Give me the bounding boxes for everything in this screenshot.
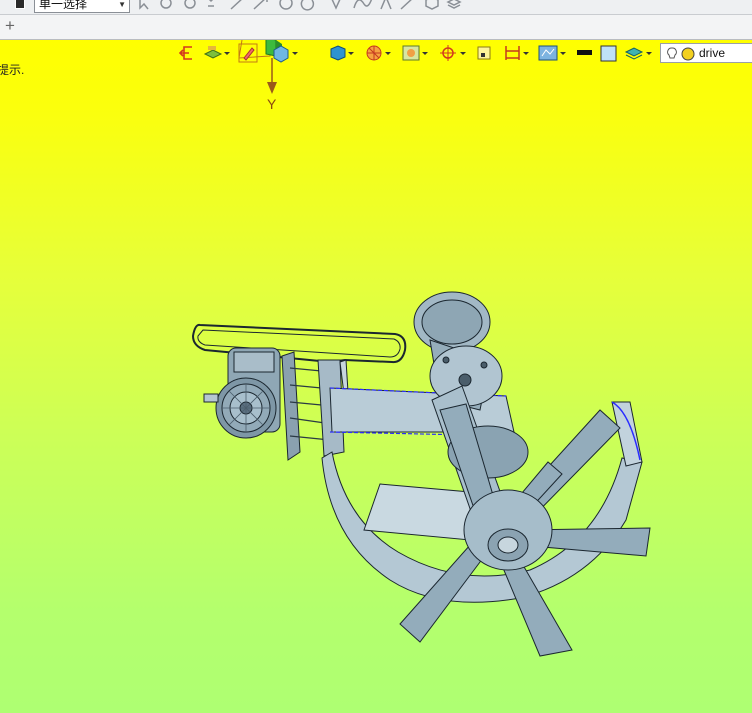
play-icon[interactable] bbox=[184, 0, 196, 9]
black-bar-icon bbox=[577, 50, 592, 55]
chevron-down-icon: ▼ bbox=[118, 0, 126, 9]
lightbulb-icon bbox=[667, 47, 677, 59]
view-toolbar: drive bbox=[178, 42, 752, 64]
arrow-icon[interactable] bbox=[253, 0, 268, 10]
tool-strip bbox=[136, 0, 476, 12]
circle-target-icon[interactable] bbox=[279, 0, 293, 10]
vertex-icon[interactable] bbox=[331, 0, 341, 10]
network-button[interactable] bbox=[538, 42, 568, 64]
shaded-box-icon bbox=[273, 45, 289, 63]
dimension-button[interactable] bbox=[503, 42, 533, 64]
layer-icon bbox=[203, 49, 223, 59]
dimension-icon bbox=[505, 46, 520, 60]
search-box[interactable]: drive bbox=[660, 43, 752, 63]
exit-icon bbox=[178, 46, 192, 60]
cad-model[interactable] bbox=[180, 286, 660, 706]
network-icon bbox=[538, 45, 558, 61]
search-lamp-icon bbox=[681, 47, 695, 61]
cube-icon[interactable] bbox=[425, 0, 439, 10]
search-input[interactable]: drive bbox=[699, 46, 725, 60]
electric-motor[interactable] bbox=[203, 347, 281, 439]
appearance-button[interactable] bbox=[401, 42, 431, 64]
layers-icon[interactable] bbox=[446, 0, 462, 9]
black-bar-button[interactable] bbox=[576, 42, 594, 64]
render-style-button[interactable] bbox=[364, 42, 394, 64]
selection-filter-value: 单一选择 bbox=[39, 0, 88, 11]
teal-layers-icon bbox=[624, 47, 644, 57]
y-axis-label: Y bbox=[267, 96, 277, 112]
blue-cube-icon bbox=[330, 45, 346, 61]
shaded-box-button[interactable] bbox=[270, 42, 300, 64]
layer-button[interactable] bbox=[202, 42, 232, 64]
selection-filter-select[interactable]: 单一选择 ▼ bbox=[34, 0, 130, 13]
rotate-icon[interactable] bbox=[300, 0, 315, 11]
pencil-icon bbox=[243, 47, 255, 61]
top-toolbar: 单一选择 ▼ bbox=[0, 0, 752, 15]
line-icon[interactable] bbox=[230, 0, 244, 10]
teal-layers-button[interactable] bbox=[624, 42, 656, 64]
exit-button[interactable] bbox=[178, 42, 196, 64]
branch-icon[interactable] bbox=[380, 0, 392, 10]
curve-icon[interactable] bbox=[353, 0, 373, 9]
drive-belt[interactable] bbox=[191, 323, 407, 364]
small-box-button[interactable] bbox=[476, 42, 494, 64]
blue-square-icon bbox=[600, 45, 617, 62]
sketch-button[interactable] bbox=[238, 42, 272, 64]
pointer-icon[interactable] bbox=[139, 0, 149, 10]
graphics-viewport[interactable]: 提示. Y drive bbox=[0, 40, 752, 713]
slash-icon[interactable] bbox=[400, 0, 414, 10]
selection-mode-icon[interactable] bbox=[15, 0, 25, 9]
gear-icon[interactable] bbox=[160, 0, 172, 9]
orientation-button[interactable] bbox=[439, 42, 469, 64]
blue-cube-button[interactable] bbox=[328, 42, 358, 64]
blue-square-button[interactable] bbox=[600, 42, 618, 64]
tab-bar: + bbox=[0, 15, 752, 40]
add-tab-button[interactable]: + bbox=[5, 16, 15, 36]
snap-icon[interactable] bbox=[208, 0, 214, 7]
status-hint: 提示. bbox=[0, 63, 25, 77]
